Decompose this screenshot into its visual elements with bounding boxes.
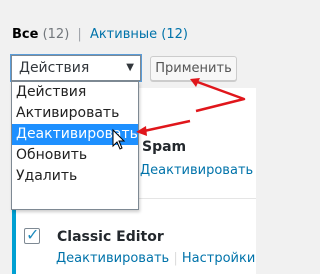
deactivate-link[interactable]: Деактивировать	[56, 251, 169, 266]
filter-active-link[interactable]: Активные	[90, 27, 157, 42]
plugin-name: Classic Editor	[57, 229, 164, 245]
plugin-actions: Деактивировать	[140, 163, 253, 178]
dropdown-option-delete[interactable]: Удалить	[12, 166, 138, 187]
chevron-down-icon: ▼	[126, 62, 134, 73]
deactivate-link[interactable]: Деактивировать	[140, 163, 253, 178]
dropdown-option-deactivate[interactable]: Деактивировать	[12, 124, 138, 145]
bulk-actions-value: Действия	[19, 60, 90, 76]
plugin-checkbox[interactable]: ✓	[24, 225, 40, 244]
bulk-actions-dropdown: Действия Активировать Деактивировать Обн…	[11, 81, 139, 210]
apply-button[interactable]: Применить	[150, 56, 237, 81]
filter-all-count: (12)	[42, 27, 70, 42]
filter-separator: |	[77, 27, 82, 42]
checkmark-icon: ✓	[26, 225, 40, 244]
plugin-name: Spam	[142, 139, 187, 155]
dropdown-option-actions[interactable]: Действия	[12, 82, 138, 103]
filter-active-count[interactable]: (12)	[161, 27, 188, 42]
plugin-actions: Деактивировать | Настройки	[56, 251, 255, 266]
bulk-actions-select[interactable]: Действия ▼	[11, 55, 141, 81]
action-separator: |	[173, 251, 178, 266]
dropdown-option-activate[interactable]: Активировать	[12, 103, 138, 124]
dropdown-option-update[interactable]: Обновить	[12, 145, 138, 166]
filter-all[interactable]: Все	[12, 27, 38, 42]
status-filters: Все (12) | Активные (12)	[12, 27, 188, 42]
settings-link[interactable]: Настройки	[182, 251, 255, 266]
